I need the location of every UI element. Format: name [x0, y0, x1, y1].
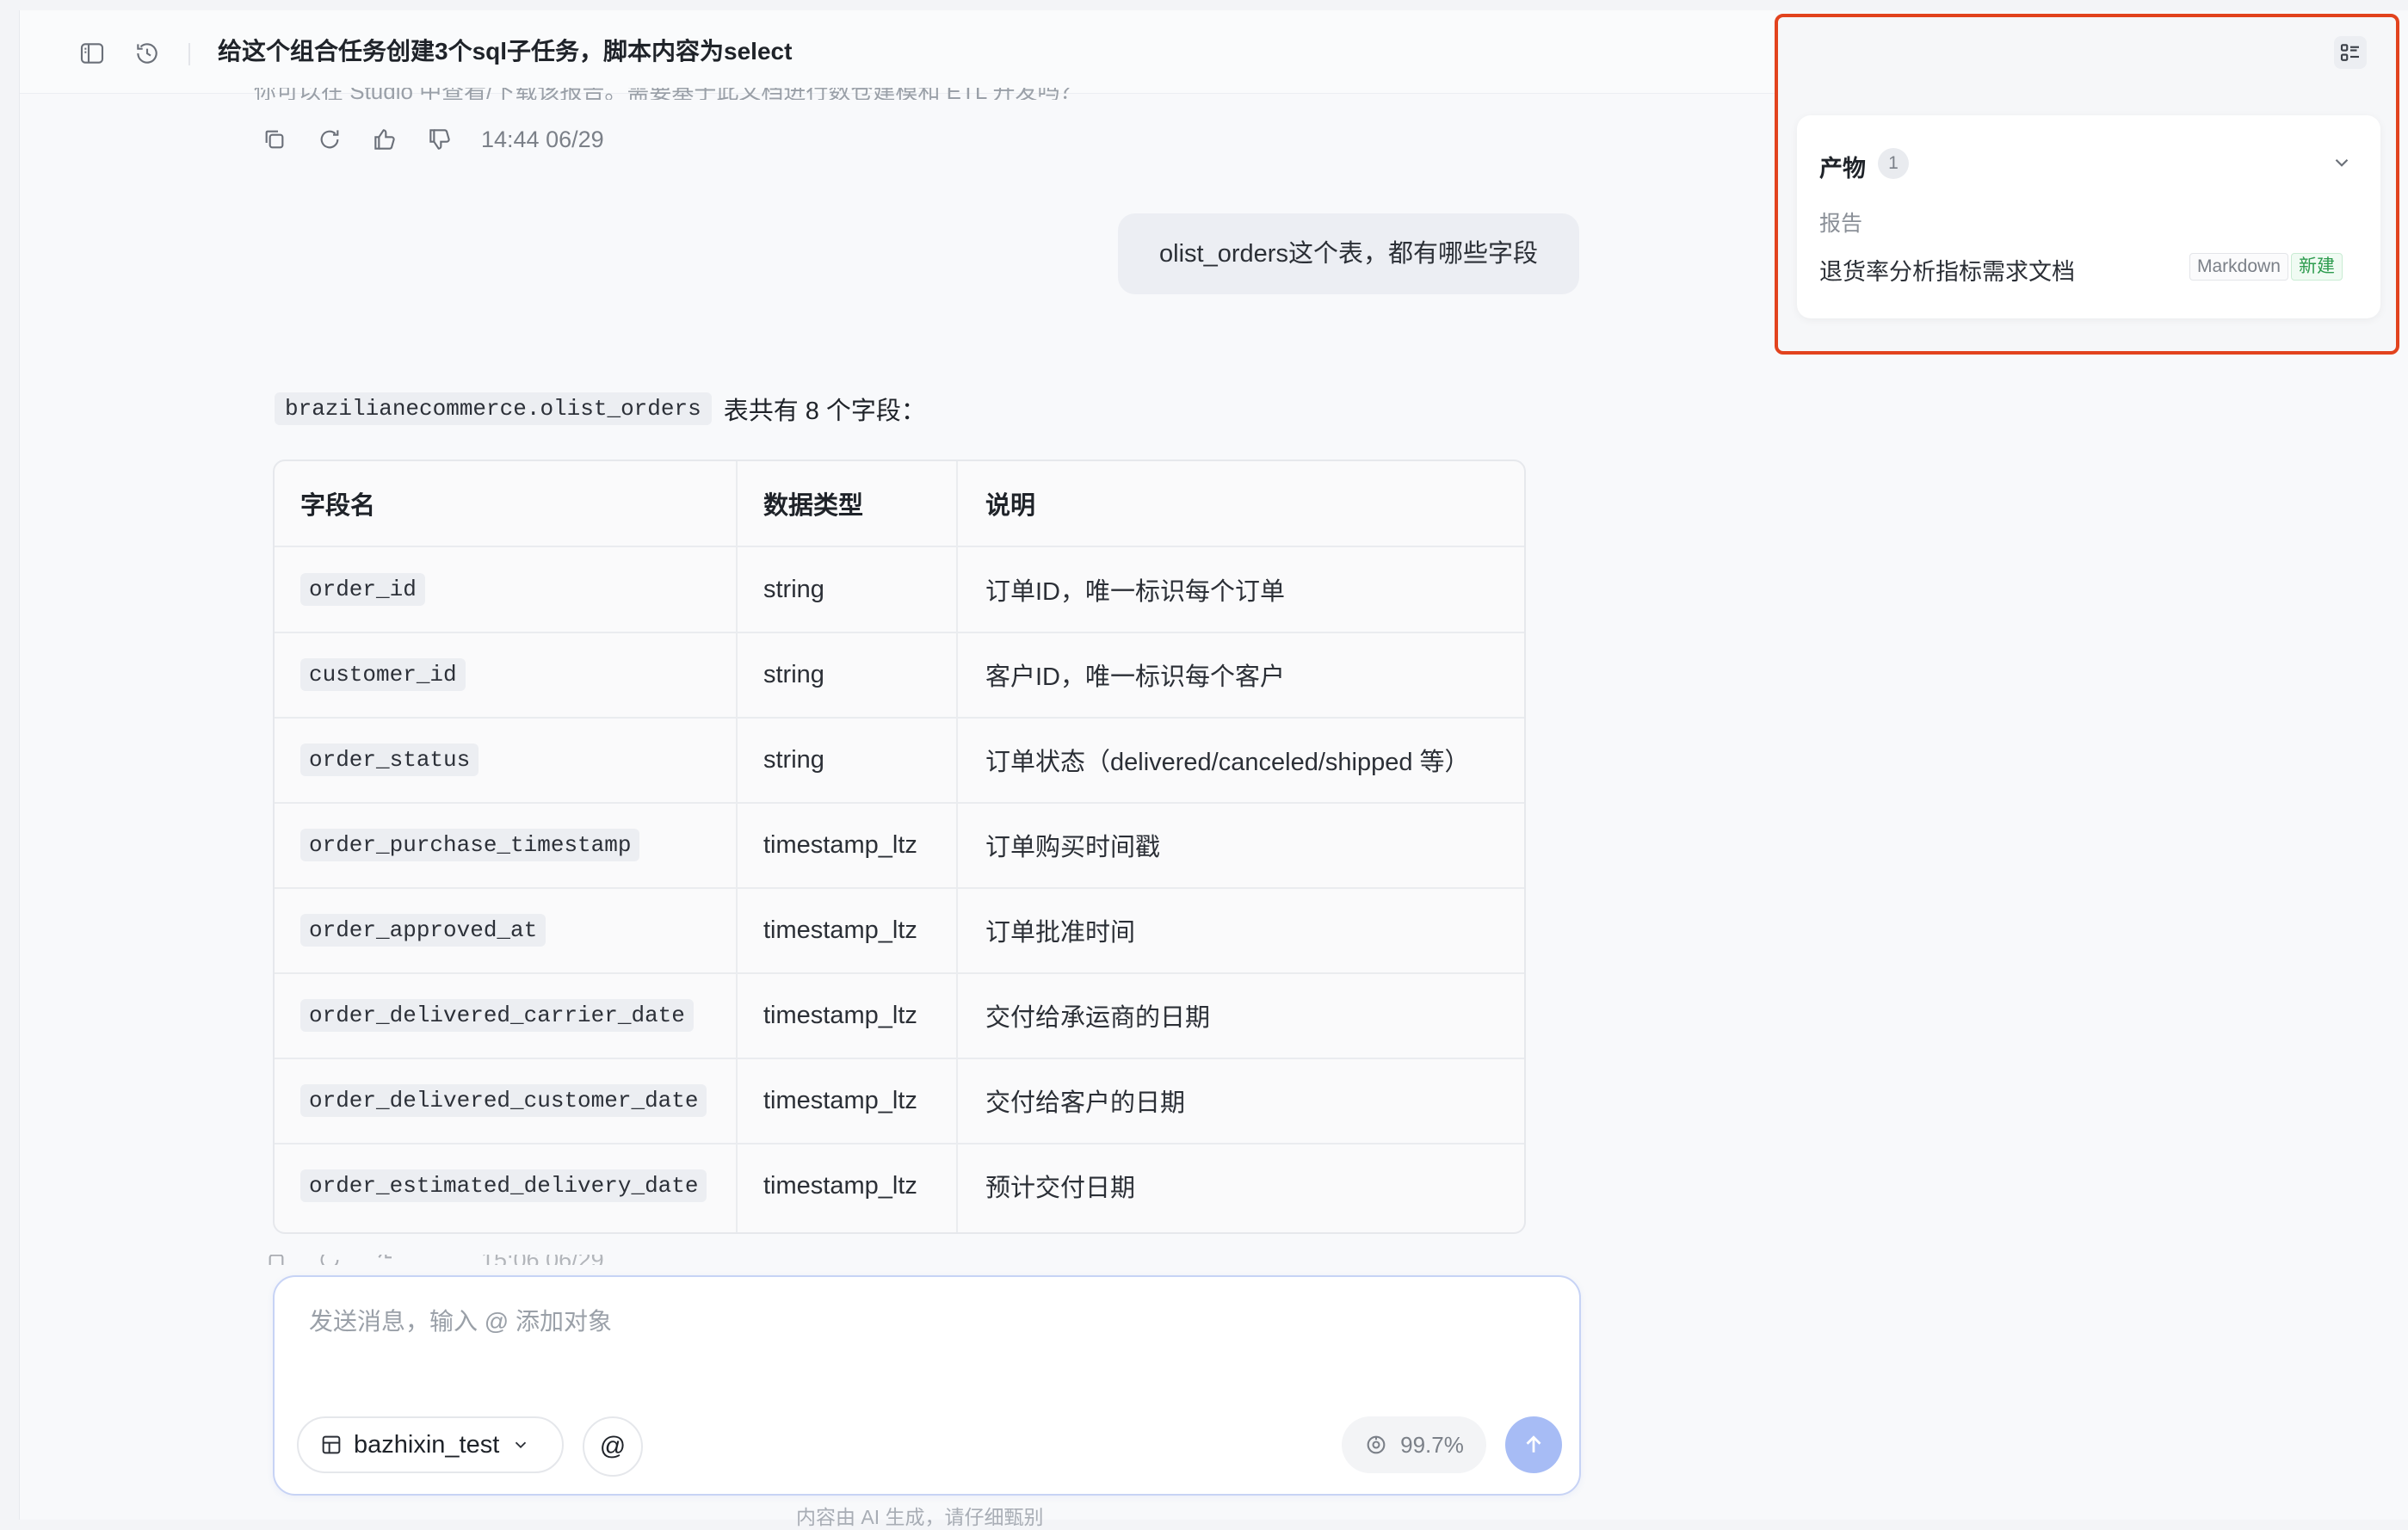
field-type: timestamp_ltz: [763, 1086, 917, 1114]
field-name: order_delivered_customer_date: [300, 1084, 707, 1117]
chevron-down-icon: [516, 1441, 527, 1449]
table-name-code: brazilianecommerce.olist_orders: [275, 392, 712, 425]
table-row: order_approved_at timestamp_ltz 订单批准时间: [275, 888, 1524, 974]
project-icon: [322, 1435, 341, 1454]
thumbs-down-icon[interactable]: [426, 126, 454, 153]
status-badge: 新建: [2291, 253, 2343, 281]
message-actions-faded: 15:06 06/29: [261, 1255, 604, 1265]
project-name: bazhixin_test: [354, 1430, 500, 1459]
field-type: timestamp_ltz: [763, 830, 917, 859]
field-type: string: [763, 575, 824, 603]
send-button[interactable]: [1505, 1416, 1562, 1473]
field-name: order_estimated_delivery_date: [300, 1169, 707, 1202]
header-data-type: 数据类型: [763, 492, 864, 520]
conversation-header: 给这个组合任务创建3个sql子任务，脚本内容为select: [20, 10, 1775, 94]
message-input-box[interactable]: 发送消息，输入 @ 添加对象 bazhixin_test @ 99.7%: [273, 1275, 1581, 1496]
field-description: 订单购买时间戳: [985, 834, 1161, 861]
thumbs-up-icon[interactable]: [371, 126, 398, 153]
header-divider: [188, 43, 190, 65]
thumbs-up-icon[interactable]: [371, 1255, 398, 1265]
message-actions: 14:44 06/29: [261, 126, 604, 153]
sidebar-toggle-icon[interactable]: [78, 40, 106, 67]
artifacts-title: 产物: [1819, 156, 1866, 182]
field-type: timestamp_ltz: [763, 916, 917, 944]
header-field-name: 字段名: [300, 492, 376, 520]
message-input[interactable]: 发送消息，输入 @ 添加对象: [309, 1303, 612, 1337]
table-row: order_purchase_timestamp timestamp_ltz 订…: [275, 803, 1524, 889]
ai-disclaimer: 内容由 AI 生成，请仔细甄别: [796, 1506, 1044, 1528]
fields-table: 字段名 数据类型 说明 order_id string 订单ID，唯一标识每个订…: [273, 460, 1526, 1234]
artifacts-section-label: 报告: [1819, 212, 1863, 236]
field-description: 客户ID，唯一标识每个客户: [985, 663, 1286, 691]
panel-list-icon[interactable]: [2334, 36, 2367, 69]
table-row: order_status string 订单状态（delivered/cance…: [275, 718, 1524, 804]
field-type: timestamp_ltz: [763, 1001, 917, 1029]
user-message-bubble: olist_orders这个表，都有哪些字段: [1118, 213, 1579, 294]
mention-button[interactable]: @: [583, 1416, 643, 1477]
field-name: order_delivered_carrier_date: [300, 999, 694, 1032]
field-description: 订单状态（delivered/canceled/shipped 等）: [985, 749, 1470, 776]
copy-icon[interactable]: [261, 126, 288, 153]
history-icon[interactable]: [133, 40, 161, 67]
field-description: 订单ID，唯一标识每个订单: [985, 578, 1286, 606]
artifact-item[interactable]: 退货率分析指标需求文档: [1819, 253, 2075, 287]
project-selector[interactable]: bazhixin_test: [297, 1416, 564, 1473]
thumbs-down-icon[interactable]: [426, 1255, 454, 1265]
send-arrow-icon: [1526, 1435, 1541, 1453]
format-tag: Markdown: [2189, 253, 2288, 281]
chevron-down-icon[interactable]: [2331, 151, 2353, 174]
field-type: string: [763, 660, 824, 688]
field-type: string: [763, 745, 824, 774]
field-description: 交付给承运商的日期: [985, 1004, 1211, 1032]
table-row: order_delivered_carrier_date timestamp_l…: [275, 973, 1524, 1059]
copy-icon[interactable]: [261, 1255, 288, 1265]
field-name: customer_id: [300, 658, 466, 691]
field-type: timestamp_ltz: [763, 1171, 917, 1200]
table-header-row: 字段名 数据类型 说明: [275, 461, 1524, 547]
previous-message-tail: 你可以在 Studio 中查看/下载该报告。需要基于此文档进行数仓建模和 ETL…: [254, 88, 1083, 100]
message-timestamp: 14:44 06/29: [481, 126, 604, 152]
field-name: order_status: [300, 743, 479, 776]
table-row: customer_id string 客户ID，唯一标识每个客户: [275, 632, 1524, 719]
table-row: order_estimated_delivery_date timestamp_…: [275, 1144, 1524, 1228]
field-name: order_id: [300, 573, 425, 606]
answer-intro: brazilianecommerce.olist_orders 表共有 8 个字…: [275, 391, 926, 427]
context-usage-value: 99.7%: [1400, 1431, 1464, 1458]
field-description: 预计交付日期: [985, 1175, 1136, 1202]
context-usage: 99.7%: [1342, 1416, 1486, 1473]
context-icon: [1367, 1435, 1386, 1454]
field-description: 订单批准时间: [985, 919, 1136, 947]
artifacts-count-badge: 1: [1878, 148, 1909, 179]
regenerate-icon[interactable]: [316, 126, 343, 153]
regenerate-icon[interactable]: [316, 1255, 343, 1265]
field-description: 交付给客户的日期: [985, 1089, 1186, 1117]
table-row: order_id string 订单ID，唯一标识每个订单: [275, 547, 1524, 633]
table-row: order_delivered_customer_date timestamp_…: [275, 1058, 1524, 1144]
message-timestamp: 15:06 06/29: [481, 1255, 604, 1265]
field-name: order_approved_at: [300, 914, 546, 947]
artifacts-card: 产物 1 报告 退货率分析指标需求文档 Markdown 新建: [1797, 115, 2380, 318]
field-name: order_purchase_timestamp: [300, 829, 640, 861]
header-description: 说明: [985, 492, 1036, 520]
answer-intro-text: 表共有 8 个字段：: [723, 398, 926, 425]
conversation-title: 给这个组合任务创建3个sql子任务，脚本内容为select: [218, 38, 793, 65]
